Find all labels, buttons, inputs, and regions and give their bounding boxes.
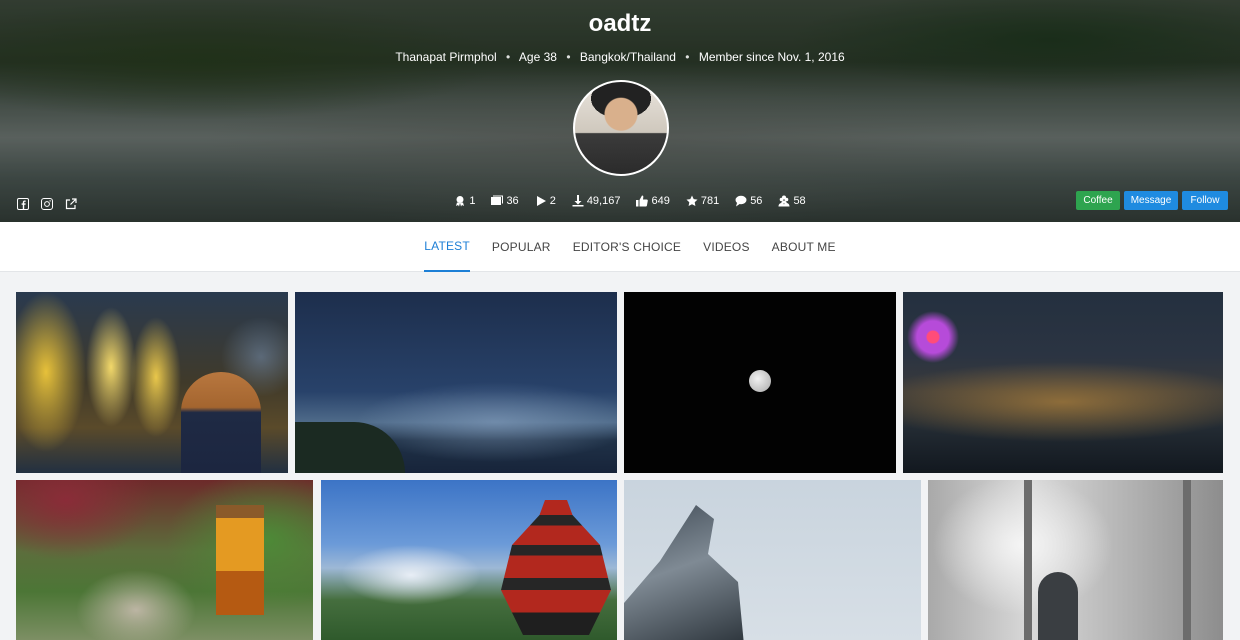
photo-thumbnail[interactable] [624, 292, 896, 473]
photo-content [749, 370, 771, 392]
stat-videos[interactable]: 2 [535, 195, 556, 207]
photo-content [624, 505, 744, 640]
stat-value: 36 [506, 195, 519, 207]
profile-meta: Thanapat Pirmphol • Age 38 • Bangkok/Tha… [0, 50, 1240, 64]
tab-popular[interactable]: POPULAR [492, 222, 551, 272]
photo-thumbnail[interactable] [321, 480, 617, 640]
profile-cover: oadtz Thanapat Pirmphol • Age 38 • Bangk… [0, 0, 1240, 222]
photo-content [1038, 572, 1078, 640]
profile-username: oadtz [588, 10, 652, 37]
photo-content [501, 485, 611, 635]
stat-value: 1 [469, 195, 476, 207]
stat-downloads[interactable]: 49,167 [572, 195, 621, 207]
tab-latest[interactable]: LATEST [424, 222, 470, 272]
followers-icon [778, 195, 790, 207]
photo-thumbnail[interactable] [295, 292, 617, 473]
photo-content [1183, 480, 1191, 640]
coffee-button[interactable]: Coffee [1076, 191, 1120, 210]
awards-icon [456, 196, 465, 207]
stat-comments[interactable]: 56 [735, 195, 762, 207]
photo-thumbnail[interactable] [903, 292, 1223, 473]
photo-content [1024, 480, 1032, 640]
comments-icon [735, 195, 747, 207]
stat-value: 2 [549, 195, 556, 207]
likes-icon [636, 195, 649, 207]
profile-location: Bangkok/Thailand [579, 50, 676, 64]
downloads-icon [572, 195, 584, 207]
galleries-icon [491, 195, 504, 205]
stat-galleries[interactable]: 36 [491, 195, 519, 207]
separator: • [685, 50, 690, 64]
profile-name: Thanapat Pirmphol [395, 50, 497, 64]
videos-icon [536, 196, 546, 206]
tab-editors-choice[interactable]: EDITOR'S CHOICE [573, 222, 681, 272]
photo-thumbnail[interactable] [16, 480, 313, 640]
stat-likes[interactable]: 649 [636, 195, 670, 207]
avatar[interactable] [573, 80, 669, 176]
tab-about-me[interactable]: ABOUT ME [772, 222, 836, 272]
profile-tabs: LATEST POPULAR EDITOR'S CHOICE VIDEOS AB… [0, 222, 1240, 272]
stat-value: 49,167 [586, 195, 621, 207]
favorites-icon [686, 195, 698, 206]
stat-value: 56 [750, 195, 763, 207]
photo-content [216, 505, 264, 615]
photo-thumbnail[interactable] [928, 480, 1223, 640]
stat-favorites[interactable]: 781 [686, 195, 719, 207]
photo-content [181, 372, 261, 473]
tab-videos[interactable]: VIDEOS [703, 222, 750, 272]
photo-thumbnail[interactable] [16, 292, 288, 473]
stat-awards[interactable]: 1 [454, 195, 475, 207]
separator: • [506, 50, 511, 64]
message-button[interactable]: Message [1124, 191, 1178, 210]
profile-stats: 1 36 2 49,167 649 781 56 58 [0, 195, 1240, 207]
profile-age: Age 38 [518, 50, 557, 64]
photo-content [295, 422, 405, 473]
stat-value: 649 [651, 195, 670, 207]
follow-button[interactable]: Follow [1182, 191, 1228, 210]
stat-followers[interactable]: 58 [778, 195, 806, 207]
separator: • [566, 50, 571, 64]
photo-thumbnail[interactable] [624, 480, 921, 640]
profile-member-since: Member since Nov. 1, 2016 [698, 50, 845, 64]
stat-value: 781 [700, 195, 720, 207]
profile-actions: Coffee Message Follow [1076, 191, 1228, 210]
stat-value: 58 [793, 195, 806, 207]
